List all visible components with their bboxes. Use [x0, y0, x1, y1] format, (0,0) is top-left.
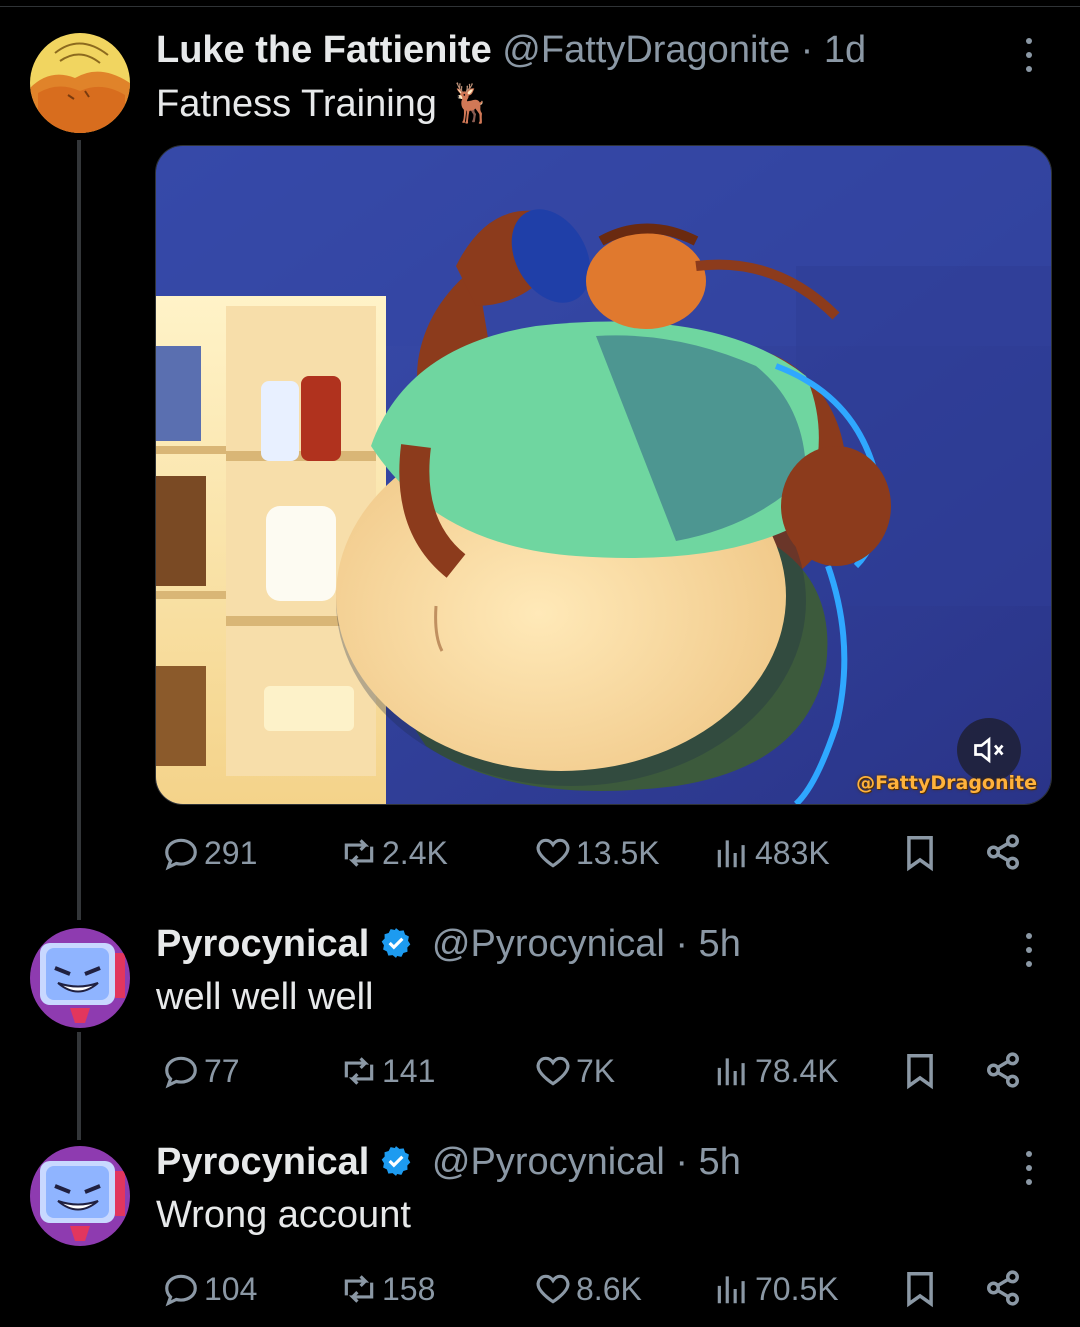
author-name[interactable]: Pyrocynical: [156, 923, 369, 965]
thread-line: [77, 1032, 81, 1140]
tweet-actions: 291 2.4K 13.5K 483K: [156, 828, 1036, 878]
tweet-actions: 104 158 8.6K 70.5K: [156, 1264, 1036, 1314]
like-count: 8.6K: [576, 1271, 642, 1307]
reply-button[interactable]: 77: [162, 1046, 240, 1096]
timestamp[interactable]: · 1d: [801, 29, 866, 71]
repost-button[interactable]: 141: [340, 1046, 435, 1096]
views-count: 78.4K: [755, 1053, 839, 1089]
like-button[interactable]: 7K: [534, 1046, 615, 1096]
tweet-header: Luke the Fattienite @FattyDragonite · 1d: [156, 31, 866, 69]
author-handle[interactable]: @Pyrocynical: [432, 923, 665, 965]
verified-badge-icon: [382, 928, 411, 958]
video-frame: [156, 146, 1051, 804]
reply-count: 104: [204, 1271, 258, 1307]
bookmark-icon: [907, 1272, 933, 1308]
like-icon: [536, 1274, 570, 1304]
repost-icon: [344, 839, 374, 867]
share-button[interactable]: [984, 1050, 1022, 1095]
views-button[interactable]: 483K: [713, 828, 830, 878]
reply-button[interactable]: 104: [162, 1264, 257, 1314]
tweet-text: well well well: [156, 976, 374, 1018]
reply-icon: [165, 838, 197, 871]
tweet-header: Pyrocynical @Pyrocynical · 5h: [156, 1143, 741, 1181]
bookmark-button[interactable]: [901, 832, 939, 877]
repost-icon: [344, 1275, 374, 1303]
share-icon: [987, 834, 1019, 870]
avatar[interactable]: [30, 1146, 130, 1246]
top-divider: [0, 6, 1080, 7]
bookmark-icon: [907, 1054, 933, 1090]
timestamp[interactable]: · 5h: [675, 1141, 740, 1183]
share-button[interactable]: [984, 1268, 1022, 1313]
repost-button[interactable]: 2.4K: [340, 828, 448, 878]
more-icon[interactable]: [1018, 38, 1040, 72]
tweet-actions: 77 141 7K 78.4K: [156, 1046, 1036, 1096]
reply-button[interactable]: 291: [162, 828, 257, 878]
like-icon: [536, 1056, 570, 1086]
reply-icon: [165, 1274, 197, 1307]
like-button[interactable]: 8.6K: [534, 1264, 642, 1314]
like-count: 7K: [576, 1053, 616, 1089]
avatar[interactable]: [30, 928, 130, 1028]
share-icon: [987, 1270, 1019, 1306]
more-icon[interactable]: [1018, 1151, 1040, 1185]
share-button[interactable]: [984, 832, 1022, 877]
repost-count: 141: [382, 1053, 436, 1089]
views-icon: [717, 1276, 745, 1304]
author-handle[interactable]: @Pyrocynical: [432, 1141, 665, 1183]
bookmark-button[interactable]: [901, 1268, 939, 1313]
repost-count: 2.4K: [382, 835, 448, 871]
thread-line: [77, 140, 81, 920]
author-name[interactable]: Pyrocynical: [156, 1141, 369, 1183]
reply-icon: [165, 1056, 197, 1089]
avatar[interactable]: [30, 33, 130, 133]
views-count: 483K: [755, 835, 830, 871]
tweet-text: Fatness Training 🦌: [156, 85, 495, 123]
views-icon: [717, 1058, 745, 1086]
author-name[interactable]: Luke the Fattienite: [156, 29, 492, 71]
more-icon[interactable]: [1018, 933, 1040, 967]
repost-count: 158: [382, 1271, 436, 1307]
verified-badge-icon: [382, 1146, 411, 1176]
views-button[interactable]: 70.5K: [713, 1264, 839, 1314]
share-icon: [987, 1052, 1019, 1088]
bookmark-icon: [907, 836, 933, 872]
views-icon: [717, 840, 745, 868]
views-count: 70.5K: [755, 1271, 839, 1307]
like-count: 13.5K: [576, 835, 660, 871]
tweet-header: Pyrocynical @Pyrocynical · 5h: [156, 925, 741, 963]
like-button[interactable]: 13.5K: [534, 828, 660, 878]
media-video[interactable]: @FattyDragonite: [155, 145, 1052, 805]
reply-count: 77: [204, 1053, 240, 1089]
tweet-text-content: Fatness Training: [156, 83, 437, 125]
media-watermark: @FattyDragonite: [856, 772, 1037, 794]
tweet-text: Wrong account: [156, 1194, 411, 1236]
repost-icon: [344, 1057, 374, 1085]
author-handle[interactable]: @FattyDragonite: [502, 29, 790, 71]
reply-count: 291: [204, 835, 258, 871]
repost-button[interactable]: 158: [340, 1264, 435, 1314]
bookmark-button[interactable]: [901, 1050, 939, 1095]
like-icon: [536, 838, 570, 868]
timestamp[interactable]: · 5h: [675, 923, 740, 965]
deer-emoji: 🦌: [447, 83, 495, 125]
views-button[interactable]: 78.4K: [713, 1046, 839, 1096]
